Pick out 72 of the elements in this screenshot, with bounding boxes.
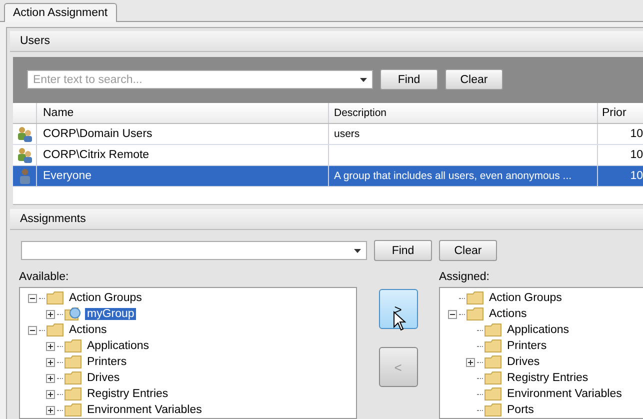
- expander-icon[interactable]: [46, 342, 57, 350]
- list-label: Available:: [19, 271, 70, 285]
- expander-icon[interactable]: [46, 390, 57, 398]
- table-cell: users: [329, 124, 598, 144]
- expander-icon[interactable]: [46, 358, 57, 366]
- tree-item[interactable]: Action Groups: [487, 292, 564, 304]
- tree-item[interactable]: Registry Entries: [85, 388, 170, 400]
- tree-item[interactable]: myGroup: [85, 308, 136, 320]
- list-label: Assigned:: [439, 271, 491, 285]
- user-group-icon: [16, 146, 32, 163]
- tree-item[interactable]: Environment Variables: [505, 388, 624, 400]
- table-cell: CORP\Citrix Remote: [37, 144, 329, 165]
- group-folder-icon: [64, 306, 82, 322]
- folder-icon: [466, 307, 484, 321]
- mouse-pointer-icon: [393, 311, 406, 331]
- expander-icon[interactable]: [28, 294, 39, 302]
- table-cell-text: 10: [629, 126, 643, 142]
- folder-icon: [64, 387, 82, 401]
- folder-icon: [484, 371, 502, 385]
- column-header[interactable]: Description: [329, 102, 598, 123]
- folder-icon: [484, 387, 502, 401]
- table-cell: A group that includes all users, even anonymous ...: [329, 166, 598, 186]
- folder-icon: [64, 339, 82, 353]
- dropdown-arrow-icon: [360, 78, 367, 82]
- find-button[interactable]: Find: [374, 240, 432, 261]
- tree-item[interactable]: Printers: [505, 340, 549, 352]
- folder-icon: [64, 355, 82, 369]
- folder-icon: [484, 339, 502, 353]
- user-row[interactable]: Everyone A group that includes all users, even anonymous ... 10: [13, 166, 643, 187]
- tree-item[interactable]: Applications: [505, 324, 572, 336]
- folder-icon: [484, 355, 502, 369]
- tree-item[interactable]: Printers: [85, 356, 129, 368]
- tree-item[interactable]: Drives: [505, 356, 542, 368]
- clear-button[interactable]: Clear: [439, 240, 497, 261]
- tree-item[interactable]: Drives: [85, 372, 122, 384]
- expander-icon[interactable]: [46, 310, 57, 318]
- folder-icon: [46, 291, 64, 305]
- user-row[interactable]: CORP\Domain Users users 10: [13, 124, 643, 145]
- user-icon: [18, 168, 30, 184]
- tab[interactable]: Action Assignment: [4, 3, 117, 22]
- table-cell: CORP\Domain Users: [37, 124, 329, 144]
- folder-icon: [64, 371, 82, 385]
- tree-item[interactable]: Environment Variables: [85, 404, 204, 416]
- folder-icon: [484, 323, 502, 337]
- table-cell-text: 10: [629, 168, 643, 184]
- panel-title: Users: [20, 34, 50, 47]
- table-cell-text: 10: [629, 148, 643, 163]
- clear-button[interactable]: Clear: [445, 69, 503, 90]
- tree-item[interactable]: Actions: [67, 324, 109, 336]
- find-button[interactable]: Find: [380, 69, 438, 90]
- dropdown-arrow-icon: [354, 248, 361, 252]
- tree-item[interactable]: Ports: [505, 404, 536, 416]
- folder-icon: [466, 291, 484, 305]
- expander-icon[interactable]: [46, 374, 57, 382]
- search-field[interactable]: [21, 241, 367, 260]
- add-button[interactable]: >: [378, 289, 418, 329]
- column-header[interactable]: Prior: [598, 102, 643, 123]
- folder-icon: [46, 323, 64, 337]
- tree-item[interactable]: Action Groups: [67, 292, 144, 304]
- tree-item[interactable]: Actions: [487, 308, 529, 320]
- column-header[interactable]: Name: [37, 102, 329, 123]
- tree-item[interactable]: Registry Entries: [505, 372, 590, 384]
- expander-icon[interactable]: [46, 406, 57, 414]
- folder-icon: [64, 403, 82, 417]
- panel-title: Assignments: [20, 213, 86, 226]
- table-cell: Everyone: [37, 166, 329, 186]
- tree-item[interactable]: Applications: [85, 340, 152, 352]
- expander-icon[interactable]: [28, 326, 39, 334]
- user-group-icon: [16, 126, 32, 142]
- folder-icon: [484, 403, 502, 417]
- expander-icon[interactable]: [466, 358, 477, 366]
- expander-icon[interactable]: [448, 310, 459, 318]
